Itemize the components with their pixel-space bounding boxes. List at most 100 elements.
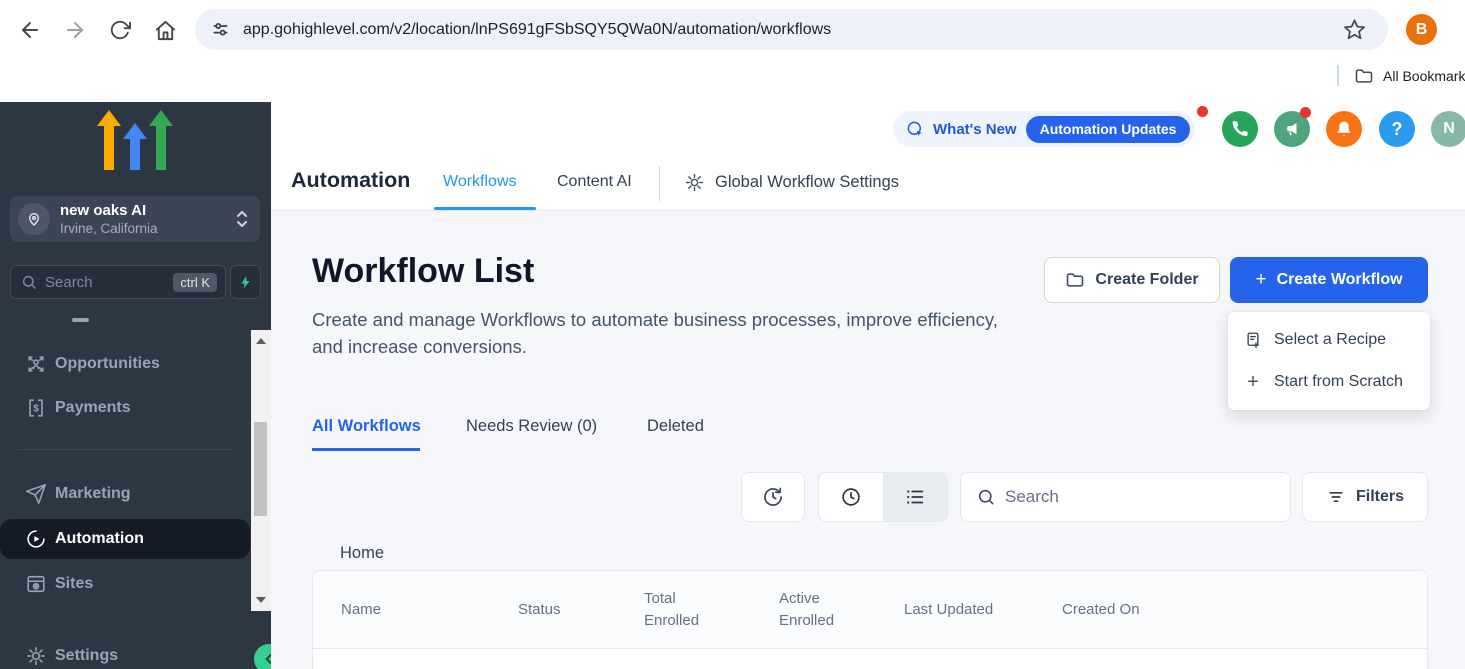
sidebar-item-label: Settings <box>55 647 118 665</box>
marketing-icon <box>25 483 47 505</box>
all-bookmarks-button[interactable]: All Bookmarks <box>1383 68 1465 86</box>
gohighlevel-logo-icon <box>97 110 173 176</box>
chevron-up-down-icon <box>236 210 248 228</box>
site-settings-icon[interactable] <box>210 19 231 40</box>
scrollbar-up-arrow[interactable] <box>256 338 266 344</box>
sidebar-search[interactable]: ctrl K <box>10 265 226 299</box>
gohighlevel-logo <box>97 110 173 176</box>
browser-refresh-button[interactable] <box>103 13 137 47</box>
header-divider <box>659 166 660 201</box>
create-folder-button[interactable]: Create Folder <box>1044 257 1220 303</box>
global-settings-gear-icon <box>684 172 705 193</box>
list-icon <box>904 486 926 508</box>
folder-icon <box>1065 270 1085 290</box>
bookmarks-divider <box>1337 65 1339 86</box>
location-switcher[interactable]: new oaks AI Irvine, California <box>10 196 260 242</box>
menu-item-start-from-scratch[interactable]: + Start from Scratch <box>1228 361 1430 403</box>
menu-item-label: Start from Scratch <box>1274 373 1403 391</box>
sidebar-item-label: Opportunities <box>55 355 160 373</box>
workflow-list-description: Create and manage Workflows to automate … <box>312 306 1017 360</box>
filters-button[interactable]: Filters <box>1302 472 1428 522</box>
automation-updates-pill[interactable]: Automation Updates <box>1026 116 1191 143</box>
sidebar-item-opportunities[interactable]: Opportunities <box>0 344 250 384</box>
menu-item-select-recipe[interactable]: Select a Recipe <box>1228 319 1430 361</box>
filter-lines-icon <box>1326 487 1346 507</box>
scrollbar-down-arrow[interactable] <box>256 597 266 603</box>
filters-label: Filters <box>1356 488 1404 506</box>
notifications-button[interactable] <box>1326 111 1362 147</box>
view-toggle-time[interactable] <box>819 473 883 521</box>
workflow-search[interactable] <box>960 472 1291 522</box>
bookmark-star-icon[interactable] <box>1343 18 1366 41</box>
browser-forward-button[interactable] <box>58 13 92 47</box>
phone-icon <box>1231 120 1249 138</box>
sidebar-item-marketing[interactable]: Marketing <box>0 474 250 514</box>
sidebar-item-automation[interactable]: Automation <box>0 519 250 559</box>
search-shortcut-chip: ctrl K <box>173 273 217 292</box>
breadcrumb[interactable]: Home <box>340 544 384 563</box>
column-header-last-updated: Last Updated <box>904 599 993 621</box>
whats-new-alert-dot <box>1197 106 1208 117</box>
create-workflow-button[interactable]: + Create Workflow <box>1230 257 1428 303</box>
clock-icon <box>840 486 862 508</box>
phone-button[interactable] <box>1222 111 1258 147</box>
sidebar-item-label: Sites <box>55 575 93 593</box>
location-pin-icon <box>18 203 50 235</box>
sites-icon <box>25 573 47 595</box>
tab-all-workflows[interactable]: All Workflows <box>312 417 421 436</box>
view-toggle-list[interactable] <box>884 473 948 521</box>
quick-actions-button[interactable] <box>230 265 261 299</box>
all-workflows-underline <box>312 448 420 451</box>
profile-initial: B <box>1416 21 1428 39</box>
question-mark-icon: ? <box>1392 119 1403 140</box>
bell-icon <box>1335 120 1353 138</box>
partial-nav-item <box>72 318 89 322</box>
tab-needs-review[interactable]: Needs Review (0) <box>466 417 597 436</box>
sidebar-item-label: Automation <box>55 530 144 548</box>
create-folder-label: Create Folder <box>1095 271 1198 289</box>
column-header-created-on: Created On <box>1062 599 1140 621</box>
whats-new-button[interactable]: What's New Automation Updates <box>893 111 1195 147</box>
history-clock-icon <box>762 486 784 508</box>
settings-gear-icon <box>25 645 47 667</box>
sidebar-item-label: Payments <box>55 399 131 417</box>
bolt-icon <box>238 275 253 290</box>
opportunities-icon <box>25 353 47 375</box>
sidebar-item-settings[interactable]: Settings <box>0 636 250 669</box>
sidebar-item-sites[interactable]: Sites <box>0 564 250 604</box>
url-bar[interactable]: app.gohighlevel.com/v2/location/lnPS691g… <box>195 9 1388 50</box>
sidebar-search-input[interactable] <box>45 274 145 291</box>
page-title: Automation <box>291 168 410 193</box>
help-button[interactable]: ? <box>1379 111 1415 147</box>
plus-icon: + <box>1255 269 1266 291</box>
bookmarks-folder-icon[interactable] <box>1354 66 1374 86</box>
user-avatar[interactable]: N <box>1431 111 1465 147</box>
tab-content-ai[interactable]: Content AI <box>557 173 632 191</box>
url-text: app.gohighlevel.com/v2/location/lnPS691g… <box>243 21 831 39</box>
screen: app.gohighlevel.com/v2/location/lnPS691g… <box>0 0 1465 669</box>
tab-workflows[interactable]: Workflows <box>443 173 517 191</box>
location-city: Irvine, California <box>60 221 158 236</box>
sidebar-divider <box>18 449 232 450</box>
sidebar-item-payments[interactable]: $ Payments <box>0 388 250 428</box>
plus-icon: + <box>1244 371 1262 394</box>
column-header-total-enrolled: Total Enrolled <box>644 588 716 632</box>
browser-profile-avatar[interactable]: B <box>1406 14 1437 45</box>
search-icon <box>21 274 37 290</box>
workflow-search-input[interactable] <box>1005 487 1255 507</box>
search-icon <box>977 488 995 506</box>
workflows-tab-underline <box>434 207 536 210</box>
create-workflow-label: Create Workflow <box>1277 271 1403 289</box>
column-header-name: Name <box>341 599 381 621</box>
sidebar-scrollbar[interactable] <box>251 330 271 611</box>
scrollbar-thumb[interactable] <box>254 422 267 516</box>
tab-deleted[interactable]: Deleted <box>647 417 704 436</box>
all-bookmarks-label: All Bookmarks <box>1383 68 1465 84</box>
column-header-active-enrolled: Active Enrolled <box>779 588 851 632</box>
browser-home-button[interactable] <box>148 13 182 47</box>
global-workflow-settings-link[interactable]: Global Workflow Settings <box>715 173 899 192</box>
refresh-icon <box>109 19 131 41</box>
execution-logs-button[interactable] <box>741 472 805 522</box>
whats-new-icon <box>906 120 925 139</box>
browser-back-button[interactable] <box>13 13 47 47</box>
